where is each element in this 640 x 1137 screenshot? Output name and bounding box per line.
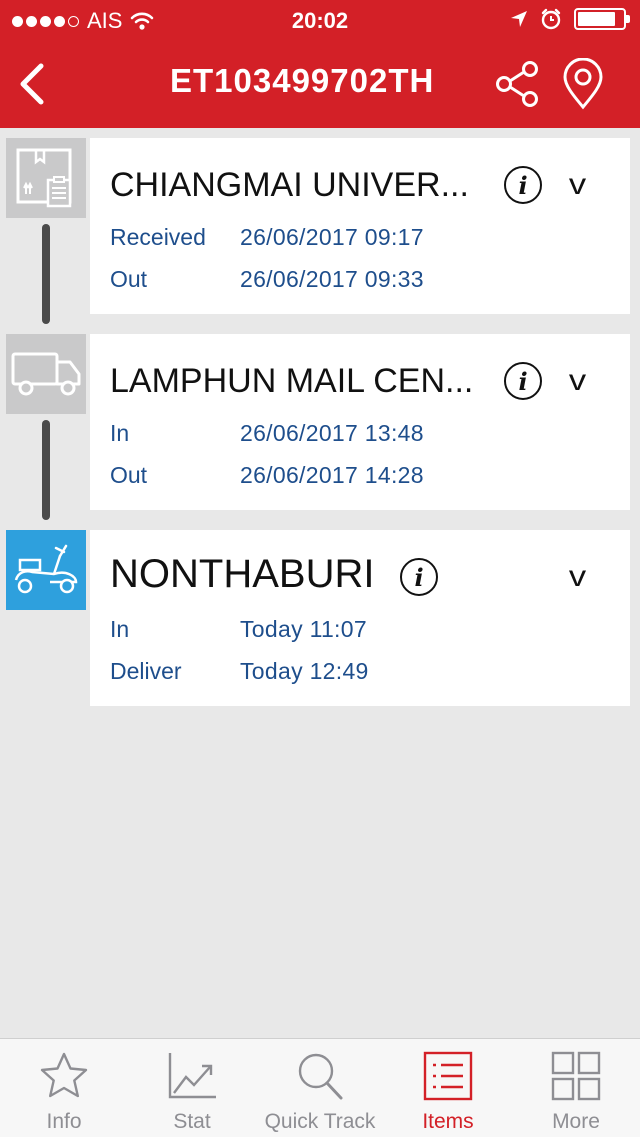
status-timestamp: 26/06/2017 14:28 bbox=[240, 462, 424, 488]
scooter-icon bbox=[14, 544, 78, 594]
status-row: Received 26/06/2017 09:17 bbox=[110, 224, 424, 251]
status-label: In bbox=[110, 420, 130, 446]
back-button[interactable] bbox=[10, 56, 54, 112]
chevron-down-icon[interactable]: v bbox=[569, 168, 586, 202]
tracking-step-card[interactable]: NONTHABURI i v In Today 11:07 Deliver Toda… bbox=[90, 530, 630, 706]
share-icon bbox=[496, 61, 538, 107]
info-icon[interactable]: i bbox=[400, 558, 438, 596]
location-arrow-icon bbox=[511, 11, 527, 27]
tab-quick-track[interactable]: Quick Track bbox=[256, 1039, 384, 1137]
step-location: CHIANGMAI UNIVER... bbox=[110, 166, 469, 204]
chart-icon bbox=[168, 1053, 216, 1099]
status-row: In Today 11:07 bbox=[110, 616, 367, 643]
status-label: Received bbox=[110, 224, 206, 250]
star-icon bbox=[40, 1052, 88, 1098]
battery-fill bbox=[578, 12, 615, 26]
tracking-step-card[interactable]: CHIANGMAI UNIVER... i v Received 26/06/20… bbox=[90, 138, 630, 314]
search-icon bbox=[298, 1053, 343, 1100]
chevron-left-icon bbox=[20, 63, 44, 105]
package-icon bbox=[16, 148, 72, 208]
tracking-step-card[interactable]: LAMPHUN MAIL CEN... i v In 26/06/2017 13:… bbox=[90, 334, 630, 510]
status-row: Out 26/06/2017 09:33 bbox=[110, 266, 424, 293]
tab-items[interactable]: Items bbox=[384, 1039, 512, 1137]
tab-label: Items bbox=[422, 1110, 474, 1133]
list-icon bbox=[423, 1051, 473, 1101]
status-label: Out bbox=[110, 266, 148, 292]
grid-icon bbox=[551, 1051, 601, 1101]
status-timestamp: Today 12:49 bbox=[240, 658, 369, 684]
step-location: LAMPHUN MAIL CEN... bbox=[110, 362, 474, 400]
status-label: In bbox=[110, 616, 130, 642]
timeline-connector bbox=[42, 420, 50, 520]
step-location: NONTHABURI bbox=[110, 552, 375, 596]
status-bar: AIS 20:02 bbox=[0, 0, 640, 40]
status-timestamp: Today 11:07 bbox=[240, 616, 367, 642]
map-pin-button[interactable] bbox=[558, 56, 608, 112]
share-button[interactable] bbox=[490, 56, 546, 112]
status-row: Deliver Today 12:49 bbox=[110, 658, 369, 685]
tab-bar: Info Stat Quick Track Items More bbox=[0, 1038, 640, 1137]
page-title: ET103499702TH bbox=[170, 62, 435, 99]
tab-more[interactable]: More bbox=[512, 1039, 640, 1137]
timeline-connector bbox=[42, 224, 50, 324]
status-label: Out bbox=[110, 462, 148, 488]
battery-icon bbox=[574, 8, 630, 30]
tab-label: More bbox=[552, 1110, 600, 1133]
chevron-down-icon[interactable]: v bbox=[569, 560, 586, 594]
status-right-group bbox=[510, 8, 630, 30]
step-icon-package bbox=[6, 138, 86, 218]
step-icon-scooter bbox=[6, 530, 86, 610]
navigation-bar: ET103499702TH bbox=[0, 40, 640, 128]
status-row: Out 26/06/2017 14:28 bbox=[110, 462, 424, 489]
tab-stat[interactable]: Stat bbox=[128, 1039, 256, 1137]
info-icon[interactable]: i bbox=[504, 362, 542, 400]
map-pin-icon bbox=[563, 58, 603, 110]
status-timestamp: 26/06/2017 09:17 bbox=[240, 224, 424, 250]
tab-label: Quick Track bbox=[264, 1110, 376, 1133]
status-row: In 26/06/2017 13:48 bbox=[110, 420, 424, 447]
truck-icon bbox=[11, 352, 81, 396]
alarm-icon bbox=[541, 8, 561, 30]
tab-label: Info bbox=[46, 1110, 82, 1133]
status-timestamp: 26/06/2017 09:33 bbox=[240, 266, 424, 292]
status-label: Deliver bbox=[110, 658, 182, 684]
chevron-down-icon[interactable]: v bbox=[569, 364, 586, 398]
app-header: AIS 20:02 ET103499702TH bbox=[0, 0, 640, 128]
tab-info[interactable]: Info bbox=[0, 1039, 128, 1137]
status-timestamp: 26/06/2017 13:48 bbox=[240, 420, 424, 446]
tab-label: Stat bbox=[173, 1110, 211, 1133]
info-icon[interactable]: i bbox=[504, 166, 542, 204]
step-icon-truck bbox=[6, 334, 86, 414]
